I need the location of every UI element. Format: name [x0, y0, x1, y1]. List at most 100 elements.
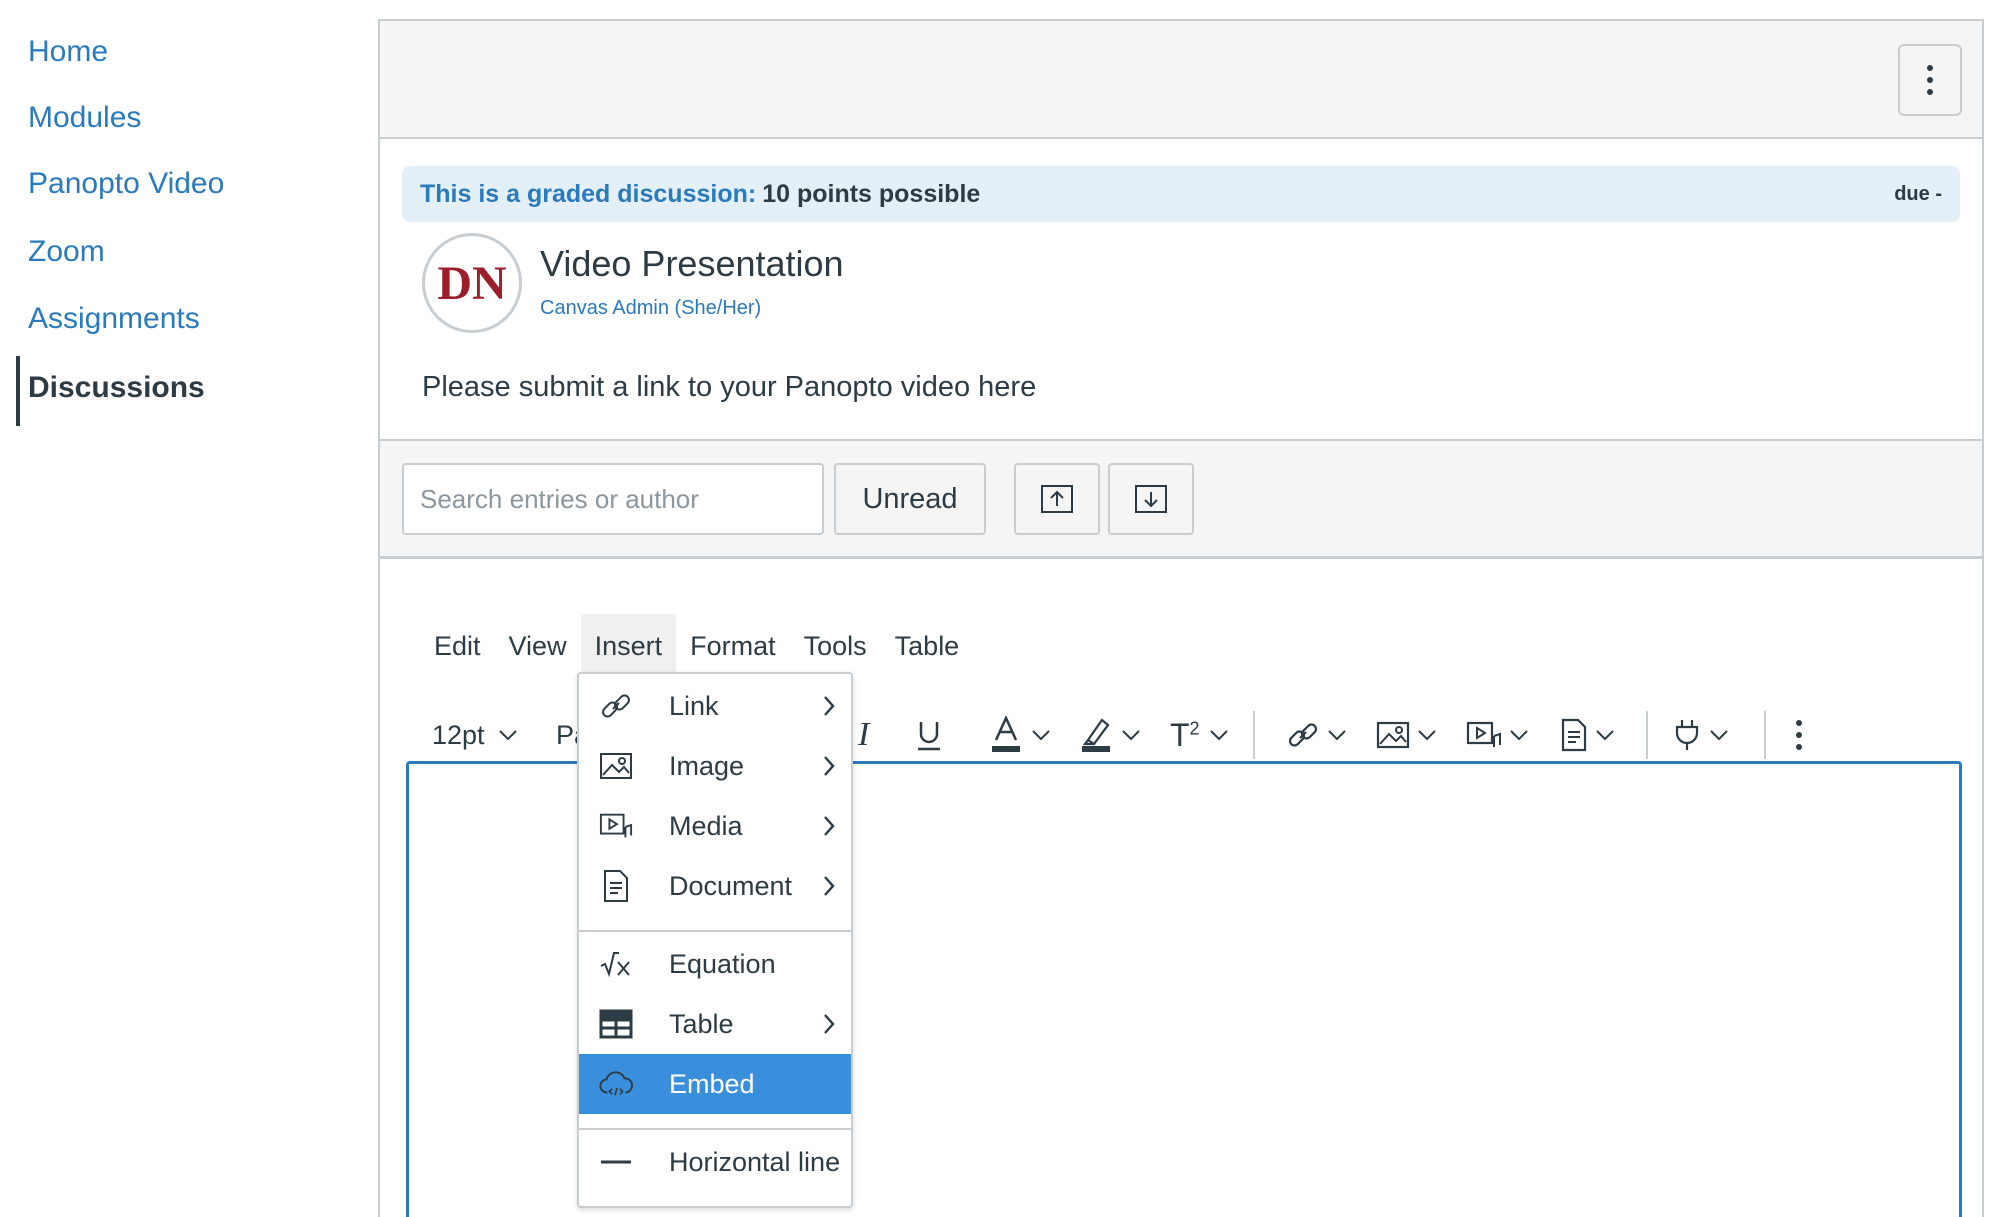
table-icon	[599, 1008, 633, 1040]
italic-icon: I	[858, 716, 870, 753]
highlight-color-dropdown[interactable]	[1080, 705, 1142, 765]
image-icon	[1376, 721, 1410, 749]
nav-item-home[interactable]: Home	[28, 32, 108, 72]
menu-edit[interactable]: Edit	[420, 614, 495, 678]
toolbar-separator	[1764, 711, 1766, 759]
chevron-right-icon	[824, 816, 835, 836]
highlighter-icon	[1082, 718, 1110, 752]
menu-item-label: Image	[669, 750, 745, 781]
chevron-right-icon	[824, 696, 835, 716]
chevron-down-icon	[1510, 730, 1528, 741]
nav-active-indicator	[16, 356, 20, 426]
chevron-right-icon	[824, 876, 835, 896]
more-options-button[interactable]	[1898, 44, 1962, 116]
chevron-down-icon	[1032, 730, 1050, 741]
expand-threads-button[interactable]	[1108, 463, 1194, 535]
chevron-down-icon	[1418, 730, 1436, 741]
underline-button[interactable]	[914, 705, 944, 765]
menu-item-label: Link	[669, 690, 719, 721]
plug-icon	[1675, 720, 1699, 750]
image-icon	[599, 750, 633, 782]
chevron-down-icon	[1710, 730, 1728, 741]
document-icon	[1561, 718, 1587, 752]
insert-menu-item-link[interactable]: Link	[579, 676, 851, 736]
nav-item-zoom[interactable]: Zoom	[28, 232, 105, 272]
toolbar-separator	[1253, 711, 1255, 759]
author-avatar[interactable]: DN	[422, 233, 522, 333]
link-icon	[1288, 723, 1318, 747]
media-icon	[1466, 721, 1501, 747]
menu-item-label: Document	[669, 870, 793, 901]
image-dropdown[interactable]	[1376, 705, 1438, 765]
upload-arrow-icon	[1041, 485, 1073, 513]
equation-icon	[599, 948, 633, 980]
media-dropdown[interactable]	[1466, 705, 1530, 765]
chevron-down-icon	[1209, 730, 1228, 741]
insert-menu-item-embed[interactable]: Embed	[579, 1054, 851, 1114]
menu-table[interactable]: Table	[881, 614, 974, 678]
font-size-value: 12pt	[432, 719, 485, 750]
superscript-icon: T2	[1170, 716, 1200, 753]
menu-item-label: Equation	[669, 948, 776, 979]
chevron-right-icon	[824, 1014, 835, 1034]
kebab-icon	[1796, 720, 1802, 750]
chevron-down-icon	[498, 730, 517, 741]
chevron-down-icon	[1122, 730, 1140, 741]
chevron-down-icon	[1328, 730, 1346, 741]
superscript-dropdown[interactable]: T2	[1170, 705, 1230, 765]
horizontal-line-icon	[599, 1146, 633, 1178]
cloud-embed-icon	[599, 1068, 633, 1100]
chevron-down-icon	[1596, 730, 1614, 741]
insert-menu-item-horizontal-line[interactable]: Horizontal line	[579, 1132, 851, 1192]
underline-icon	[918, 722, 940, 751]
nav-item-discussions[interactable]: Discussions	[28, 368, 205, 408]
discussion-body: Please submit a link to your Panopto vid…	[422, 371, 1037, 403]
menu-item-label: Table	[669, 1008, 734, 1039]
insert-menu-item-table[interactable]: Table	[579, 994, 851, 1054]
more-toolbar-button[interactable]	[1796, 705, 1802, 765]
collapse-threads-button[interactable]	[1014, 463, 1100, 535]
discussion-title: Video Presentation	[540, 243, 844, 284]
menu-item-label: Horizontal line	[669, 1146, 841, 1177]
document-dropdown[interactable]	[1560, 705, 1616, 765]
course-nav-sidebar: Home Modules Panopto Video Zoom Assignme…	[0, 0, 360, 1217]
apps-plugin-dropdown[interactable]	[1672, 705, 1730, 765]
due-date: due -	[1894, 182, 1942, 205]
kebab-icon	[1927, 65, 1933, 95]
media-icon	[599, 810, 633, 842]
insert-menu-dropdown: Link Image Media Document Equation Table…	[577, 672, 853, 1208]
menu-format[interactable]: Format	[676, 614, 790, 678]
nav-item-modules[interactable]: Modules	[28, 98, 141, 138]
insert-menu-item-document[interactable]: Document	[579, 856, 851, 916]
menu-separator	[579, 1128, 851, 1130]
nav-item-assignments[interactable]: Assignments	[28, 299, 200, 339]
unread-filter-button[interactable]: Unread	[834, 463, 986, 535]
search-entries-input[interactable]	[402, 463, 824, 535]
discussion-header-bar	[380, 21, 1982, 139]
menu-item-label: Media	[669, 810, 743, 841]
discussion-controls-bar: Unread	[380, 439, 1982, 559]
text-color-dropdown[interactable]	[990, 705, 1052, 765]
nav-item-panopto-video[interactable]: Panopto Video	[28, 164, 224, 204]
text-color-icon	[992, 716, 1020, 752]
chevron-right-icon	[824, 756, 835, 776]
insert-menu-item-media[interactable]: Media	[579, 796, 851, 856]
menu-separator	[579, 930, 851, 932]
font-size-dropdown[interactable]: 12pt	[432, 705, 519, 765]
insert-menu-item-equation[interactable]: Equation	[579, 934, 851, 994]
toolbar-separator	[1646, 711, 1648, 759]
menu-insert[interactable]: Insert	[580, 614, 677, 678]
graded-label: This is a graded discussion:	[420, 179, 757, 208]
menu-item-label: Embed	[669, 1068, 755, 1099]
editor-menubar: Edit View Insert Format Tools Table	[420, 613, 973, 679]
author-name-link[interactable]: Canvas Admin (She/Her)	[540, 297, 761, 320]
points-possible: 10 points possible	[762, 179, 981, 208]
graded-discussion-banner: This is a graded discussion: 10 points p…	[402, 166, 1960, 222]
link-dropdown[interactable]	[1286, 705, 1348, 765]
insert-menu-item-image[interactable]: Image	[579, 736, 851, 796]
menu-tools[interactable]: Tools	[790, 614, 881, 678]
menu-view[interactable]: View	[495, 614, 581, 678]
document-icon	[599, 870, 633, 902]
italic-button[interactable]: I	[858, 705, 869, 765]
link-icon	[599, 690, 633, 722]
